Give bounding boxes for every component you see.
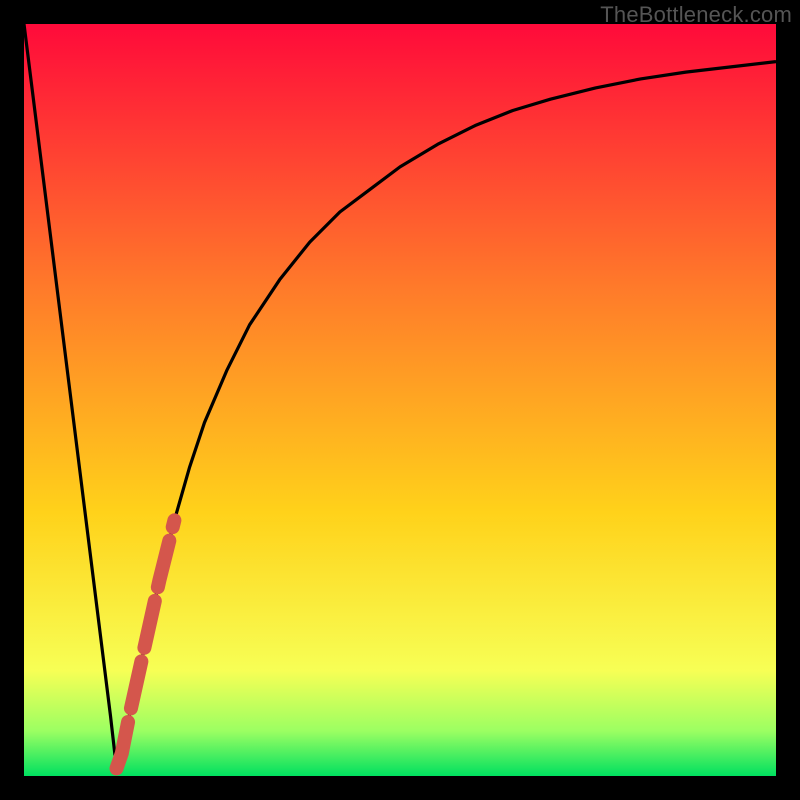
chart-frame: TheBottleneck.com [0, 0, 800, 800]
plot-area [24, 24, 776, 776]
watermark-text: TheBottleneck.com [600, 2, 792, 28]
chart-svg [24, 24, 776, 776]
